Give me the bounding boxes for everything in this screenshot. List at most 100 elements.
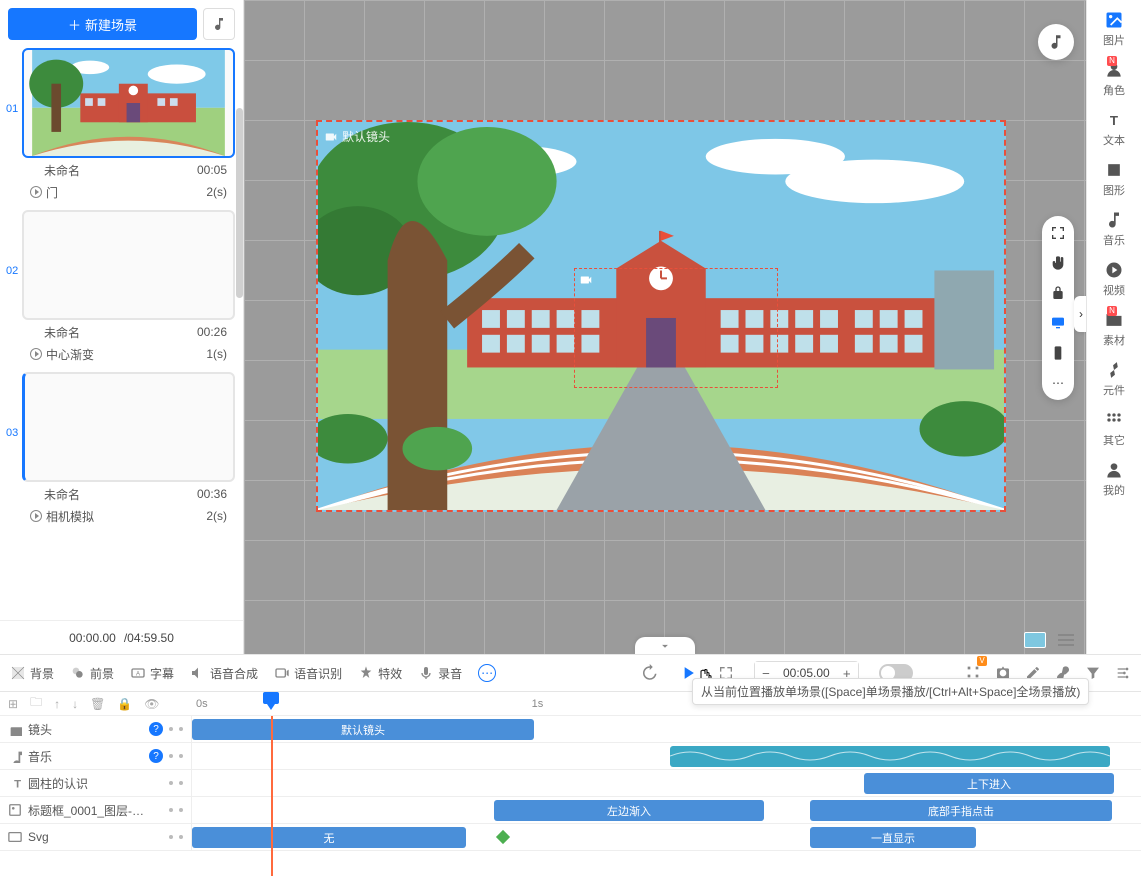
track-dot[interactable] — [169, 835, 173, 839]
track-head[interactable]: 标题框_0001_图层-… — [0, 797, 192, 823]
track-dot[interactable] — [179, 835, 183, 839]
minimap-menu-icon[interactable] — [1058, 632, 1074, 648]
track-dot[interactable] — [179, 808, 183, 812]
monitor-icon[interactable] — [1049, 314, 1067, 332]
rail-item-video[interactable]: 视频 — [1103, 254, 1125, 304]
up-icon[interactable]: ↑ — [54, 697, 60, 711]
rail-item-grid[interactable]: 其它 — [1103, 404, 1125, 454]
track-dot[interactable] — [169, 727, 173, 731]
eye-icon[interactable]: 👁 — [144, 697, 159, 711]
lock-row-icon[interactable]: 🔒 — [117, 697, 132, 711]
track-music[interactable]: 音乐 ? — [0, 743, 1141, 770]
track-image[interactable]: 标题框_0001_图层-… 左边渐入 底部手指点击 — [0, 797, 1141, 824]
timeline-scrubber[interactable] — [263, 692, 279, 704]
rail-item-shape[interactable]: 图形 — [1103, 154, 1125, 204]
timeline-clip[interactable]: 无 — [192, 827, 466, 848]
track-dot[interactable] — [179, 754, 183, 758]
track-dot[interactable] — [169, 754, 173, 758]
scene-name: 未命名 — [44, 486, 80, 503]
track-body[interactable]: 默认镜头 — [192, 716, 1141, 742]
settings-tool-icon[interactable] — [1115, 665, 1131, 681]
track-head[interactable]: 镜头 ? — [0, 716, 192, 742]
camera-icon — [8, 722, 22, 736]
scene-list[interactable]: 01 — [0, 48, 243, 620]
tool-subtitle[interactable]: A字幕 — [130, 665, 174, 682]
scene-item-03[interactable]: 03 未命名 00:36 相机模拟 2(s) — [8, 372, 235, 526]
play-circle-icon — [30, 348, 42, 360]
more-icon[interactable]: ⋯ — [1049, 374, 1067, 392]
rail-item-folder[interactable]: 素材N — [1103, 304, 1125, 354]
track-body[interactable]: 无 一直显示 — [192, 824, 1141, 850]
camera-icon — [324, 130, 338, 144]
canvas-collapse-handle[interactable] — [635, 637, 695, 654]
canvas-area[interactable]: 默认镜头 — [244, 0, 1086, 654]
track-dot[interactable] — [179, 781, 183, 785]
track-svg[interactable]: Svg 无 一直显示 — [0, 824, 1141, 851]
rail-item-image[interactable]: 图片 — [1103, 4, 1125, 54]
canvas-stage[interactable]: 默认镜头 — [316, 120, 1006, 512]
minimap-thumbnail[interactable] — [1024, 632, 1046, 648]
camera-label: 默认镜头 — [324, 128, 390, 145]
timeline-clip[interactable]: 上下进入 — [864, 773, 1114, 794]
scene-item-02[interactable]: 02 未命名 00:26 中心渐变 1(s) — [8, 210, 235, 364]
scene-thumbnail[interactable] — [22, 48, 235, 158]
tool-foreground[interactable]: 前景 — [70, 665, 114, 682]
scene-thumbnail[interactable] — [22, 210, 235, 320]
track-body[interactable]: 左边渐入 底部手指点击 — [192, 797, 1141, 823]
tool-record[interactable]: 录音 — [418, 665, 462, 682]
timeline-clip[interactable]: 默认镜头 — [192, 719, 534, 740]
transition-duration: 2(s) — [206, 185, 227, 199]
track-head[interactable]: 音乐 ? — [0, 743, 192, 769]
tool-tts[interactable]: 语音合成 — [190, 665, 258, 682]
selection-box[interactable] — [574, 268, 778, 388]
track-head[interactable]: Svg — [0, 824, 192, 850]
timeline-clip[interactable] — [670, 746, 1110, 767]
scene-transition[interactable]: 中心渐变 1(s) — [22, 344, 235, 364]
rail-item-user[interactable]: 我的 — [1103, 454, 1125, 504]
keyframe-diamond[interactable] — [496, 830, 510, 844]
scrollbar-thumb[interactable] — [236, 108, 243, 298]
scene-music-button[interactable] — [203, 8, 235, 40]
track-dot[interactable] — [169, 808, 173, 812]
track-body[interactable]: 上下进入 — [192, 770, 1141, 796]
scene-transition[interactable]: 相机模拟 2(s) — [22, 506, 235, 526]
track-body[interactable] — [192, 743, 1141, 769]
history-icon[interactable] — [640, 664, 658, 682]
track-camera[interactable]: 镜头 ? 默认镜头 — [0, 716, 1141, 743]
play-circle-icon — [30, 186, 42, 198]
new-badge: N — [1107, 56, 1117, 66]
scene-transition[interactable]: 门 2(s) — [22, 182, 235, 202]
track-label: Svg — [28, 830, 163, 844]
tool-background[interactable]: 背景 — [10, 665, 54, 682]
timeline-clip[interactable]: 底部手指点击 — [810, 800, 1112, 821]
tool-asr[interactable]: 语音识别 — [274, 665, 342, 682]
scene-item-01[interactable]: 01 — [8, 48, 235, 202]
trash-icon[interactable]: 🗑 — [90, 697, 105, 711]
canvas-music-button[interactable] — [1038, 24, 1074, 60]
timeline-clip[interactable]: 一直显示 — [810, 827, 976, 848]
help-icon[interactable]: ? — [149, 722, 163, 736]
new-scene-button[interactable]: ＋ 新建场景 — [8, 8, 197, 40]
phone-icon[interactable] — [1049, 344, 1067, 362]
down-icon[interactable]: ↓ — [72, 697, 78, 711]
add-track-icon[interactable]: ⊞ — [8, 697, 18, 711]
folder-icon[interactable]: 🗀 — [30, 693, 42, 714]
hand-icon[interactable] — [1049, 254, 1067, 272]
timeline-clip[interactable]: 左边渐入 — [494, 800, 764, 821]
plus-icon: ＋ — [68, 15, 81, 34]
track-dot[interactable] — [179, 727, 183, 731]
scene-thumbnail[interactable] — [22, 372, 235, 482]
track-head[interactable]: T 圆柱的认识 — [0, 770, 192, 796]
track-dot[interactable] — [169, 781, 173, 785]
rail-item-text[interactable]: T文本 — [1103, 104, 1125, 154]
tool-effects[interactable]: 特效 — [358, 665, 402, 682]
track-text[interactable]: T 圆柱的认识 上下进入 — [0, 770, 1141, 797]
rail-item-component[interactable]: 元件 — [1103, 354, 1125, 404]
rail-item-person[interactable]: 角色N — [1103, 54, 1125, 104]
rail-item-music[interactable]: 音乐 — [1103, 204, 1125, 254]
expand-right-handle[interactable]: › — [1074, 296, 1086, 332]
help-icon[interactable]: ? — [149, 749, 163, 763]
tool-more[interactable]: ⋯ — [478, 664, 496, 682]
lock-icon[interactable] — [1049, 284, 1067, 302]
focus-icon[interactable] — [1049, 224, 1067, 242]
